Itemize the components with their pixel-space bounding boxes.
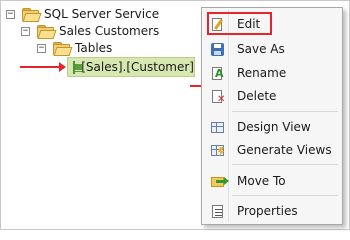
- generate-views-icon: [210, 143, 225, 158]
- delete-icon: ✕: [210, 89, 225, 105]
- menu-item-label: Properties: [237, 204, 298, 218]
- menu-item-rename[interactable]: A Rename: [204, 63, 340, 83]
- design-view-icon: [210, 120, 225, 135]
- properties-icon: [210, 204, 225, 219]
- menu-item-label: Save As: [237, 42, 285, 56]
- menu-item-design-view[interactable]: Design View: [204, 117, 340, 137]
- save-icon: [210, 42, 225, 57]
- tree-node-selected-table[interactable]: [Sales].[Customer]: [67, 57, 195, 77]
- context-menu: Edit Save As A Rename ✕ Delete Design Vi…: [201, 7, 343, 225]
- tree-node-label: SQL Server Service: [44, 7, 160, 21]
- table-icon: [73, 60, 83, 74]
- menu-item-label: Delete: [237, 89, 277, 103]
- menu-separator: [232, 111, 338, 112]
- menu-item-label: Design View: [237, 120, 311, 134]
- collapse-icon[interactable]: −: [21, 26, 30, 36]
- folder-icon: [53, 42, 73, 56]
- menu-item-label: Move To: [237, 174, 286, 188]
- menu-item-label: Rename: [237, 66, 287, 80]
- folder-icon: [22, 8, 42, 22]
- menu-item-properties[interactable]: Properties: [204, 201, 340, 221]
- tree-node-server[interactable]: − SQL Server Service: [6, 5, 159, 23]
- tree-node-label: [Sales].[Customer]: [81, 60, 194, 74]
- annotation-arrow: [20, 62, 66, 72]
- folder-icon: [37, 25, 57, 39]
- rename-icon: A: [210, 66, 225, 81]
- menu-separator: [232, 195, 338, 196]
- edit-highlight-box: [207, 12, 272, 35]
- menu-item-label: Generate Views: [237, 143, 332, 157]
- collapse-icon[interactable]: −: [6, 9, 15, 19]
- tree-node-tables[interactable]: − Tables: [37, 39, 112, 57]
- menu-item-move-to[interactable]: Move To: [204, 171, 340, 191]
- tree-node-label: Sales Customers: [59, 24, 160, 38]
- tree-node-database[interactable]: − Sales Customers: [21, 22, 159, 40]
- menu-item-save-as[interactable]: Save As: [204, 39, 340, 59]
- collapse-icon[interactable]: −: [37, 43, 46, 53]
- menu-item-delete[interactable]: ✕ Delete: [204, 86, 340, 106]
- menu-separator: [232, 164, 338, 165]
- tree-node-label: Tables: [75, 41, 113, 55]
- move-to-icon: [210, 174, 229, 189]
- menu-item-generate-views[interactable]: Generate Views: [204, 140, 340, 160]
